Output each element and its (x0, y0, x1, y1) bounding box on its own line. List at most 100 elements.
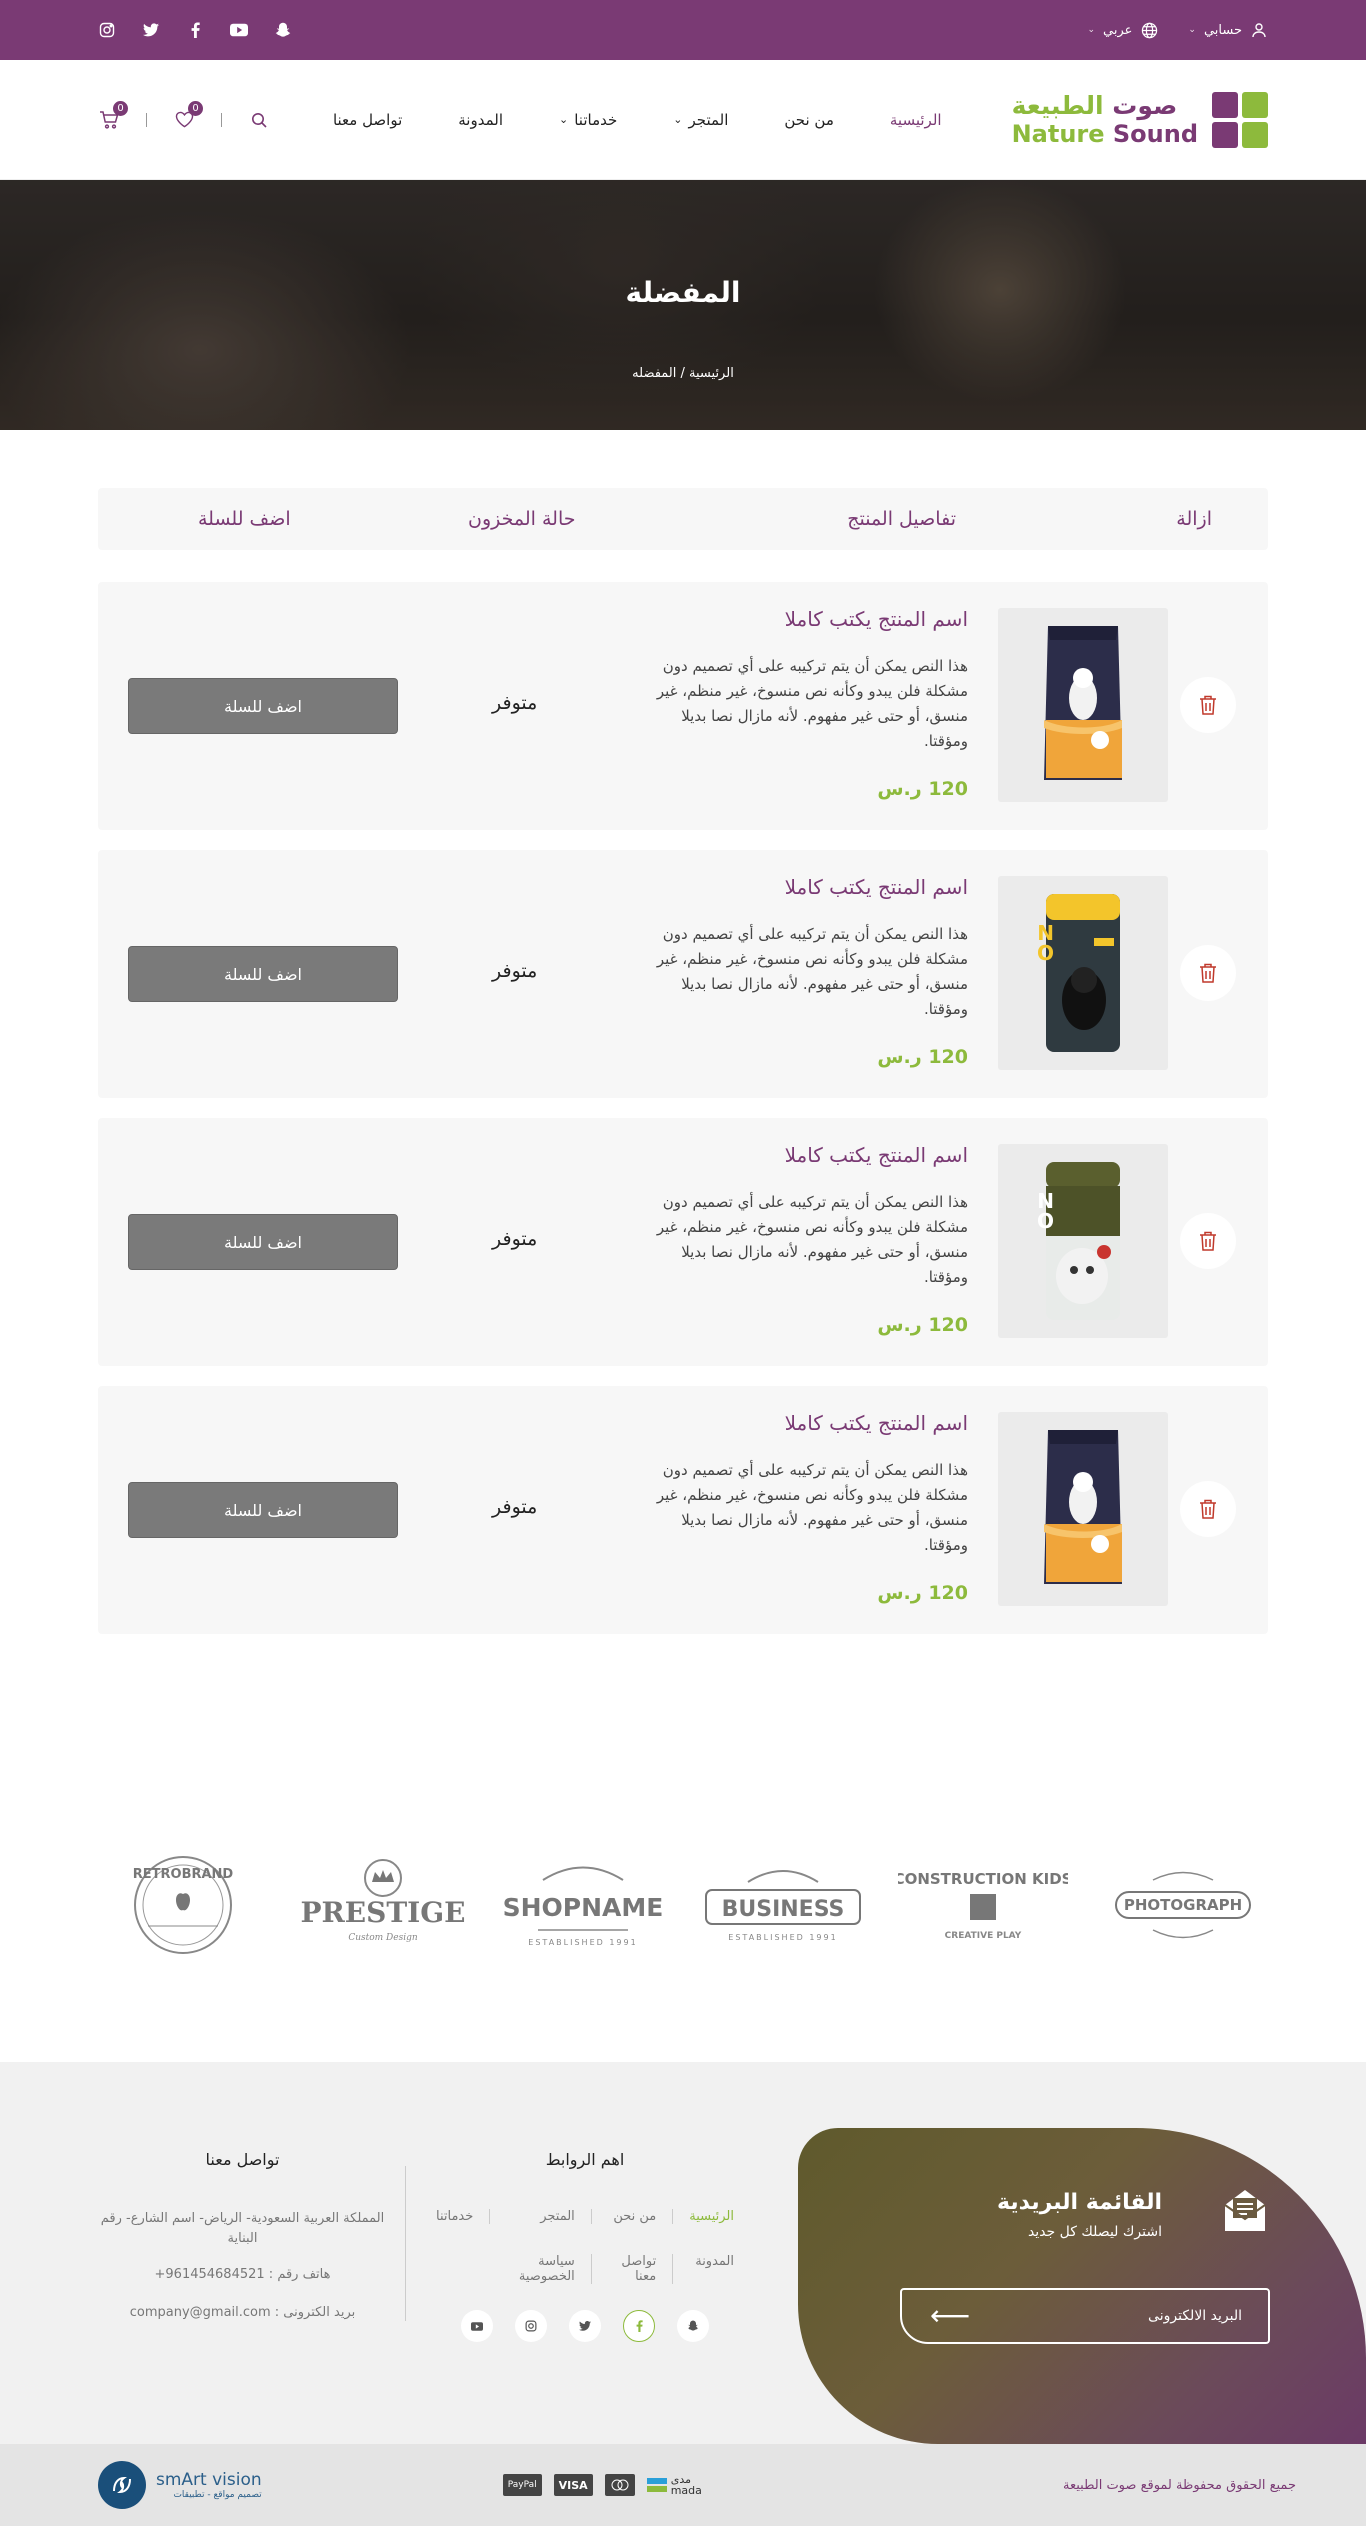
facebook-icon[interactable] (623, 2310, 655, 2342)
footer-link-services[interactable]: خدماتنا (420, 2209, 489, 2224)
delete-button[interactable] (1180, 945, 1236, 1001)
nav-item-home[interactable]: الرئيسية (890, 111, 942, 129)
newsletter-email-field[interactable]: البريد الالكترونى ⟵ (900, 2288, 1270, 2344)
add-to-cart-button[interactable]: اضف للسلة (128, 1214, 398, 1270)
nav-label: الرئيسية (889, 110, 942, 129)
product-name[interactable]: اسم المنتج يكتب كاملا (568, 1143, 968, 1167)
wishlist-row: اسم المنتج يكتب كاملا هذا النص يمكن أن يت… (98, 582, 1268, 830)
logo-text: صوت الطبيعة Nature Sound (1012, 93, 1198, 146)
wishlist-table-header: ازالة تفاصيل المنتج حالة المخزون اضف للس… (98, 488, 1268, 550)
contact-address: المملكة العربية السعودية- الرياض- اسم ال… (100, 2211, 385, 2246)
brand-text: RETROBRAND (133, 1867, 234, 1882)
snapchat-icon[interactable] (677, 2310, 709, 2342)
trash-icon (1200, 1231, 1216, 1251)
nav-item-contact[interactable]: تواصل معنا (333, 111, 402, 129)
add-to-cart-button[interactable]: اضف للسلة (128, 946, 398, 1002)
credit-name: smArt vision (156, 2470, 262, 2490)
instagram-icon[interactable] (98, 21, 116, 39)
wishlist-row: BINGO اسم المنتج يكتب كاملا هذا النص يمكن … (98, 1118, 1268, 1366)
twitter-icon[interactable] (569, 2310, 601, 2342)
cart-button[interactable]: 0 (98, 100, 128, 131)
product-image[interactable] (998, 608, 1168, 802)
trash-icon (1200, 695, 1216, 715)
footer-link-blog[interactable]: المدونة (672, 2254, 750, 2284)
paypal-logo: PayPal (502, 2474, 542, 2496)
divider (146, 112, 147, 127)
product-price: 120 ر.س (877, 1314, 968, 1336)
nav-item-store[interactable]: المتجر ⌄ (673, 111, 728, 129)
youtube-icon[interactable] (461, 2310, 493, 2342)
product-description: هذا النص يمكن أن يتم تركيبه على أي تصميم… (656, 1461, 968, 1554)
brand-logo-construction-kids[interactable]: CONSTRUCTION KIDS CREATIVE PLAY (898, 1850, 1068, 1960)
product-price: 120 ر.س (877, 1582, 968, 1604)
brand-text: CONSTRUCTION KIDS (898, 1870, 1068, 1888)
instagram-icon[interactable] (515, 2310, 547, 2342)
stock-status: متوفر (492, 960, 538, 982)
nav-item-blog[interactable]: المدونة (458, 111, 503, 129)
email-placeholder: البريد الالكترونى (1148, 2308, 1242, 2324)
brand-logo-prestige[interactable]: PRESTIGE Custom Design (298, 1850, 468, 1960)
mastercard-logo (604, 2474, 635, 2496)
add-to-cart-button[interactable]: اضف للسلة (128, 1482, 398, 1538)
col-remove: ازالة (1176, 508, 1212, 530)
stock-status: متوفر (492, 692, 538, 714)
product-name[interactable]: اسم المنتج يكتب كاملا (568, 875, 968, 899)
svg-text:GO: GO (1038, 1209, 1054, 1233)
top-socials (98, 21, 292, 39)
footer-link-contact[interactable]: تواصل معنا (590, 2254, 672, 2284)
contact-email[interactable]: بريد الكترونى : company@gmail.com (100, 2303, 385, 2323)
site-logo[interactable]: صوت الطبيعة Nature Sound (1012, 91, 1268, 148)
snapchat-icon[interactable] (274, 21, 292, 39)
brand-logo-retrobrand[interactable]: RETROBRAND (98, 1850, 268, 1960)
brand-logo-business[interactable]: BUSINESS ESTABLISHED 1991 (698, 1850, 868, 1960)
brand-text: PRESTIGE (300, 1896, 465, 1929)
footer-links-title: اهم الروابط (545, 2150, 625, 2169)
product-name[interactable]: اسم المنتج يكتب كاملا (568, 1411, 968, 1435)
footer-links-grid: الرئيسية من نحن المتجر خدماتنا المدونة ت… (420, 2209, 750, 2284)
add-to-cart-button[interactable]: اضف للسلة (128, 678, 398, 734)
product-image[interactable]: BINGO (998, 1144, 1168, 1338)
breadcrumb[interactable]: الرئيسية / المفضله (0, 366, 1366, 381)
footer-link-store[interactable]: المتجر (489, 2209, 591, 2224)
chevron-down-icon: ⌄ (1188, 25, 1196, 35)
facebook-icon[interactable] (186, 21, 204, 39)
nav-label: خدماتنا (574, 110, 618, 129)
svg-text:ESTABLISHED 1991: ESTABLISHED 1991 (728, 1933, 837, 1942)
delete-button[interactable] (1180, 677, 1236, 733)
col-add: اضف للسلة (198, 508, 291, 530)
mail-icon (1220, 2186, 1270, 2236)
page-hero: المفضلة الرئيسية / المفضله (0, 180, 1366, 430)
footer-link-about[interactable]: من نحن (590, 2209, 672, 2224)
product-image[interactable]: BINGO (998, 876, 1168, 1070)
brand-logo-photograph[interactable]: PHOTOGRAPH (1098, 1850, 1268, 1960)
arrow-left-icon[interactable]: ⟵ (930, 2302, 970, 2330)
nav-item-services[interactable]: خدماتنا ⌄ (559, 111, 617, 129)
footer-links: اهم الروابط الرئيسية من نحن المتجر خدمات… (420, 2150, 750, 2342)
nav-item-about[interactable]: من نحن (784, 111, 834, 129)
account-menu[interactable]: حسابي ⌄ (1188, 21, 1268, 39)
wishlist-button[interactable]: 0 (173, 100, 203, 131)
youtube-icon[interactable] (230, 21, 248, 39)
developer-credit[interactable]: smArt vision تصميم مواقع - تطبيقات (98, 2461, 262, 2509)
footer-contact: تواصل معنا المملكة العربية السعودية- الر… (100, 2150, 385, 2323)
footer-link-privacy[interactable]: سياسة الخصوصية (489, 2254, 591, 2284)
product-image[interactable] (998, 1412, 1168, 1606)
product-name[interactable]: اسم المنتج يكتب كاملا (568, 607, 968, 631)
payment-methods: PayPal VISA مدى mada (502, 2474, 702, 2496)
divider (221, 112, 222, 127)
delete-button[interactable] (1180, 1213, 1236, 1269)
trash-icon (1200, 963, 1216, 983)
product-description: هذا النص يمكن أن يتم تركيبه على أي تصميم… (656, 1193, 968, 1286)
delete-button[interactable] (1180, 1481, 1236, 1537)
search-button[interactable] (248, 109, 270, 131)
nav-label: تواصل معنا (332, 110, 403, 129)
language-menu[interactable]: عربي ⌄ (1087, 21, 1158, 39)
search-icon (252, 112, 267, 128)
footer-link-home[interactable]: الرئيسية (672, 2209, 750, 2224)
credit-sub: تصميم مواقع - تطبيقات (173, 2490, 262, 2500)
twitter-icon[interactable] (142, 21, 160, 39)
brand-logos: RETROBRAND PRESTIGE Custom Design SHOPNA… (98, 1845, 1268, 1965)
footer-divider (405, 2166, 406, 2321)
visa-logo: VISA (553, 2474, 593, 2496)
brand-logo-shopname[interactable]: SHOPNAME ESTABLISHED 1991 (498, 1850, 668, 1960)
